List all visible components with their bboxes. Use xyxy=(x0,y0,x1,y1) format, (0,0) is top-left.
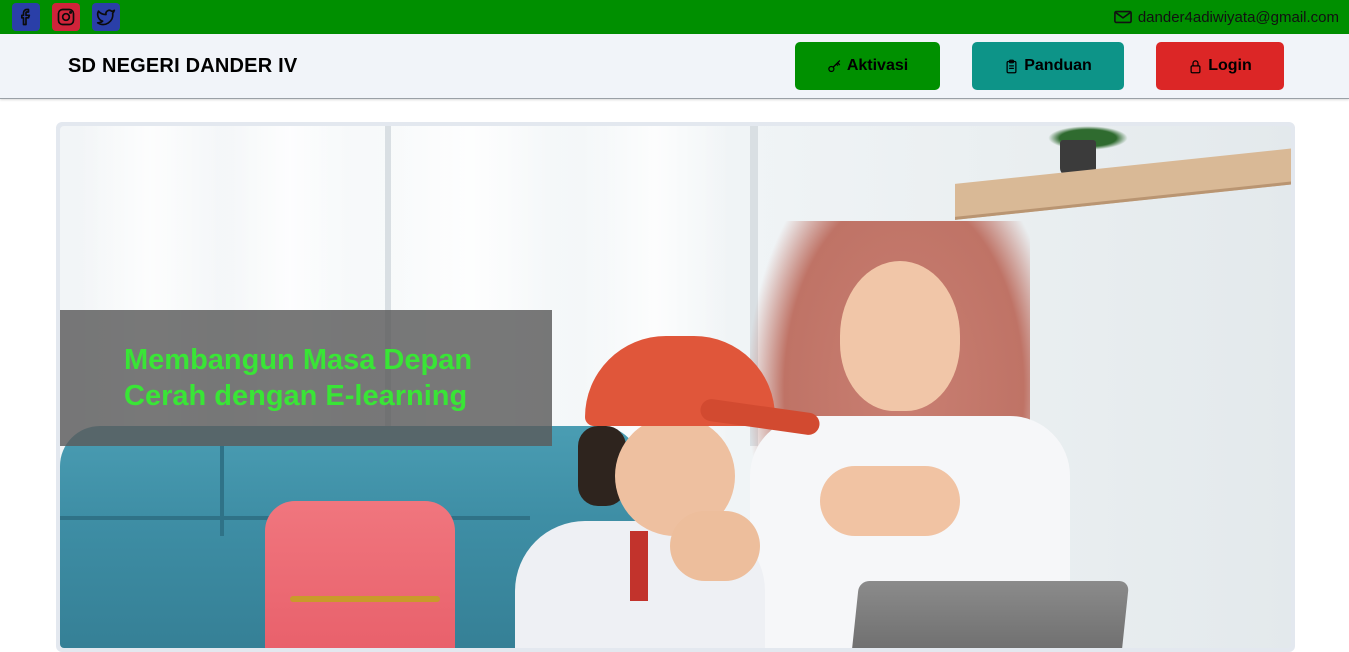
instagram-icon xyxy=(57,8,75,26)
aktivasi-label: Aktivasi xyxy=(846,57,909,74)
facebook-icon xyxy=(21,8,31,26)
twitter-link[interactable] xyxy=(92,3,120,31)
top-bar: dander4adiwiyata@gmail.com xyxy=(0,0,1349,34)
hero-image: Membangun Masa Depan Cerah dengan E-lear… xyxy=(60,126,1291,648)
clipboard-icon xyxy=(1006,59,1017,73)
aktivasi-button[interactable]: Aktivasi xyxy=(795,42,940,90)
lock-icon xyxy=(1190,59,1201,73)
hero-section: Membangun Masa Depan Cerah dengan E-lear… xyxy=(56,122,1295,652)
instagram-link[interactable] xyxy=(52,3,80,31)
login-button[interactable]: Login xyxy=(1156,42,1284,90)
twitter-icon xyxy=(96,9,116,26)
panduan-button[interactable]: Panduan xyxy=(972,42,1124,90)
site-brand[interactable]: SD NEGERI DANDER IV xyxy=(68,34,297,98)
hero-caption: Membangun Masa Depan Cerah dengan E-lear… xyxy=(124,344,473,412)
contact-email: dander4adiwiyata@gmail.com xyxy=(1113,0,1339,34)
mail-icon xyxy=(1113,10,1132,24)
facebook-link[interactable] xyxy=(12,3,40,31)
laptop xyxy=(850,581,1130,648)
login-label: Login xyxy=(1208,57,1252,74)
contact-email-text: dander4adiwiyata@gmail.com xyxy=(1137,8,1339,26)
key-icon xyxy=(828,59,840,72)
school-bag xyxy=(265,501,455,648)
hero-caption-box: Membangun Masa Depan Cerah dengan E-lear… xyxy=(60,310,552,446)
panduan-label: Panduan xyxy=(1024,57,1092,74)
navbar: SD NEGERI DANDER IV Aktivasi Panduan Log… xyxy=(0,34,1349,99)
